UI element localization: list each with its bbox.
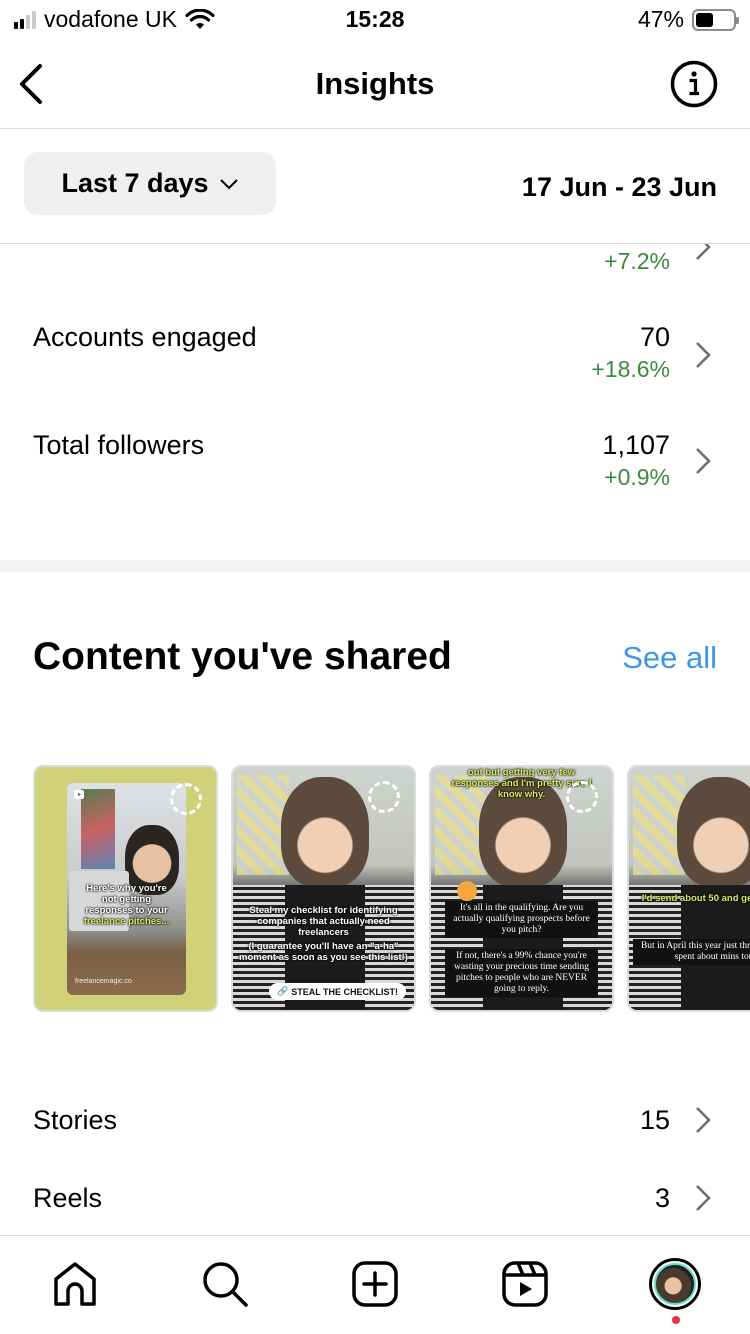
row-label: Stories — [33, 1105, 118, 1135]
notification-dot — [672, 1316, 680, 1324]
metric-label: Accounts engaged — [33, 322, 257, 352]
tab-home[interactable] — [49, 1258, 101, 1310]
period-dropdown[interactable]: Last 7 days — [24, 152, 276, 215]
link-icon: 🔗 — [277, 986, 289, 996]
home-icon — [54, 1262, 96, 1306]
date-range: 17 Jun - 23 Jun — [521, 172, 717, 202]
loading-spinner-icon — [566, 781, 598, 813]
search-icon — [203, 1262, 248, 1307]
metric-row-total-followers[interactable]: Total followers 1,107 +0.9% — [0, 428, 750, 508]
thumbnail-text-box: But in April this year just three pitche… — [633, 939, 750, 965]
chevron-right-icon — [696, 1107, 711, 1133]
content-count-row-stories[interactable]: Stories 15 — [0, 1085, 750, 1155]
navigation-bar: Insights — [0, 40, 750, 129]
thumbnail-caption-top: I'd send about 50 and get one or respons… — [641, 893, 750, 904]
section-divider — [0, 560, 750, 572]
section-title: Content you've shared — [33, 635, 452, 678]
metric-change: +18.6% — [591, 356, 670, 382]
tab-reels[interactable] — [499, 1258, 551, 1310]
reel-preview: Here's why you're not getting responses … — [67, 783, 186, 995]
reels-icon — [502, 1261, 548, 1307]
bottom-tab-bar — [0, 1235, 750, 1334]
battery-percent: 47% — [637, 6, 684, 32]
metric-value: 70 — [639, 322, 670, 352]
chevron-right-icon — [696, 1185, 711, 1211]
back-button[interactable] — [14, 62, 50, 106]
status-bar: vodafone UK 15:28 47% — [0, 0, 750, 40]
tab-profile[interactable] — [649, 1258, 701, 1310]
battery-level — [696, 12, 713, 27]
period-label: Last 7 days — [61, 168, 209, 198]
page-title: Insights — [315, 66, 435, 101]
content-count-row-reels[interactable]: Reels 3 — [0, 1163, 750, 1233]
tab-create[interactable] — [349, 1258, 401, 1310]
painting-image — [81, 789, 115, 869]
content-thumbnail[interactable]: I'd send about 50 and get one or respons… — [627, 765, 750, 1012]
person-image — [281, 777, 369, 887]
chevron-right-icon — [696, 342, 711, 368]
watermark-text: freelancemagic.co — [75, 978, 132, 985]
info-circle-icon — [670, 60, 718, 108]
metric-value: 1,107 — [602, 430, 670, 460]
avatar-image — [654, 1263, 696, 1305]
see-all-link[interactable]: See all — [622, 640, 717, 676]
avatar — [649, 1258, 701, 1310]
content-thumbnail[interactable]: Steal my checklist for identifying compa… — [231, 765, 416, 1012]
metric-change: +7.2% — [604, 248, 670, 274]
link-sticker: 🔗 STEAL THE CHECKLIST! — [269, 983, 407, 1000]
chevron-right-icon — [696, 448, 711, 474]
thumbnail-text-box: It's all in the qualifying. Are you actu… — [445, 901, 598, 938]
thumbnail-caption: Steal my checklist for identifying compa… — [249, 905, 398, 938]
tab-search[interactable] — [199, 1258, 251, 1310]
content-carousel[interactable]: Here's why you're not getting responses … — [33, 765, 750, 1013]
chevron-down-icon — [219, 178, 238, 189]
metric-row-accounts-engaged[interactable]: Accounts engaged 70 +18.6% — [0, 320, 750, 400]
chevron-left-icon — [20, 64, 42, 104]
person-image — [677, 777, 750, 887]
date-filter-row: Last 7 days 17 Jun - 23 Jun — [0, 130, 750, 244]
loading-spinner-icon — [368, 781, 400, 813]
reel-icon — [74, 790, 84, 799]
battery-icon — [692, 8, 739, 31]
content-thumbnail[interactable]: Here's why you're not getting responses … — [33, 765, 218, 1012]
thumbnail-text-box: If not, there's a 99% chance you're wast… — [445, 949, 598, 997]
loading-spinner-icon — [170, 783, 202, 815]
content-thumbnail[interactable]: out but getting very few responses and I… — [429, 765, 614, 1012]
row-value: 15 — [639, 1105, 670, 1135]
thumbnail-caption: Here's why you're not getting responses … — [83, 883, 170, 927]
emoji-icon — [457, 881, 477, 901]
row-value: 3 — [654, 1183, 670, 1213]
metric-row-partial[interactable]: +7.2% — [0, 244, 750, 284]
info-button[interactable] — [670, 60, 718, 108]
thumbnail-caption-secondary: (I guarantee you'll have an "a-ha" momen… — [239, 941, 408, 963]
status-right: 47% — [637, 6, 739, 33]
plus-square-icon — [352, 1261, 398, 1307]
metric-change: +0.9% — [604, 464, 670, 490]
metric-label: Total followers — [33, 430, 205, 460]
chevron-right-icon — [696, 244, 711, 260]
row-label: Reels — [33, 1183, 103, 1213]
